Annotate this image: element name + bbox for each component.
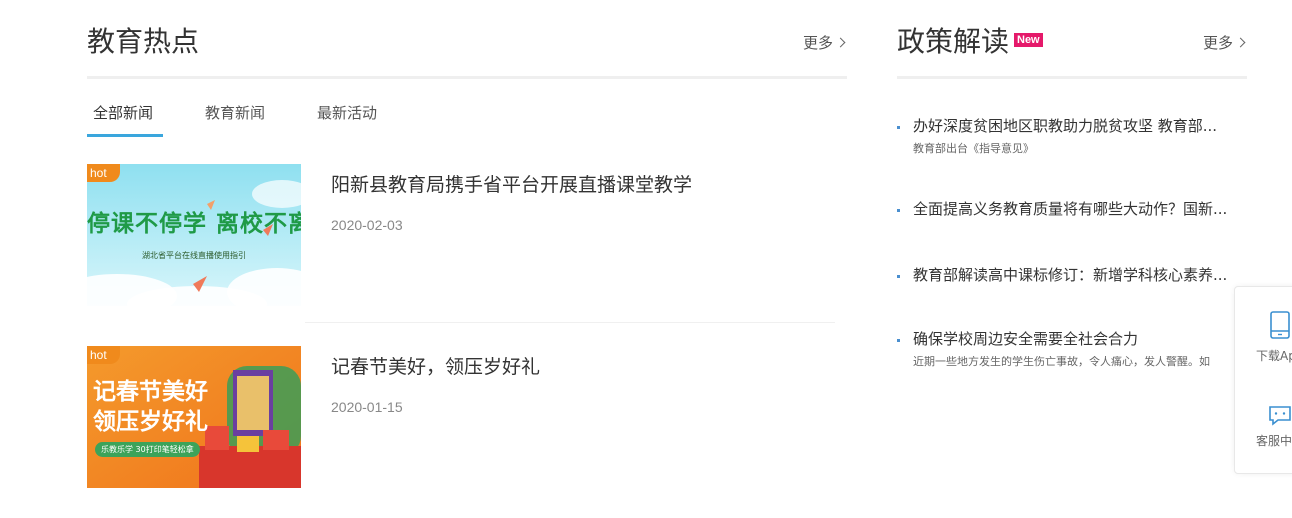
customer-service-button[interactable] <box>1268 405 1292 431</box>
hot-badge: hot <box>87 346 120 364</box>
tab-education-news[interactable]: 教育新闻 <box>205 106 265 121</box>
news-thumbnail[interactable]: 记春节美好 领压岁好礼 乐教乐学 30打印笔轻松拿 hot <box>87 346 301 488</box>
policy-item-summary: 近期一些地方发生的学生伤亡事故，令人痛心，发人警醒。如 <box>913 356 1210 367</box>
item-divider <box>305 322 835 323</box>
policy-more-link[interactable]: 更多 <box>1203 34 1246 52</box>
news-date: 2020-02-03 <box>331 217 403 233</box>
download-app-button[interactable] <box>1269 311 1291 343</box>
banner-subline: 乐教乐学 30打印笔轻松拿 <box>95 442 200 457</box>
education-hot-title: 教育热点 <box>87 25 200 58</box>
chat-icon <box>1269 406 1291 426</box>
floating-side-panel: 下载Ap 客服中 <box>1234 286 1292 474</box>
policy-title: 政策解读 <box>897 25 1010 58</box>
banner-headline-2: 领压岁好礼 <box>93 409 208 435</box>
bullet-icon <box>897 209 900 212</box>
policy-item-title[interactable]: 教育部解读高中课标修订：新增学科核心素养... <box>913 268 1227 283</box>
active-tab-indicator <box>87 134 163 137</box>
bullet-icon <box>897 275 900 278</box>
bullet-icon <box>897 339 900 342</box>
more-label: 更多 <box>1203 34 1234 52</box>
banner-headline-1: 记春节美好 <box>93 379 208 405</box>
phone-icon <box>1270 311 1290 339</box>
education-hot-more-link[interactable]: 更多 <box>803 34 846 52</box>
news-thumbnail[interactable]: 停课不停学 离校不离教 湖北省平台在线直播使用指引 hot <box>87 164 301 306</box>
tab-latest-activities[interactable]: 最新活动 <box>317 106 377 121</box>
download-app-label[interactable]: 下载Ap <box>1256 350 1292 362</box>
news-date: 2020-01-15 <box>331 399 403 415</box>
policy-item-summary: 教育部出台《指导意见》 <box>913 142 1034 155</box>
banner-subline: 湖北省平台在线直播使用指引 <box>142 251 246 260</box>
policy-item-title[interactable]: 办好深度贫困地区职教助力脱贫攻坚 教育部... <box>913 119 1217 134</box>
bullet-icon <box>897 126 900 129</box>
banner-headline: 停课不停学 离校不离教 <box>87 211 301 237</box>
chevron-right-icon <box>835 37 846 48</box>
new-badge: New <box>1014 33 1043 47</box>
customer-service-label[interactable]: 客服中 <box>1256 435 1292 447</box>
news-title[interactable]: 记春节美好，领压岁好礼 <box>331 358 540 377</box>
section-rule <box>87 76 847 79</box>
section-rule <box>897 76 1247 79</box>
hot-badge: hot <box>87 164 120 182</box>
chevron-right-icon <box>1235 37 1246 48</box>
news-title[interactable]: 阳新县教育局携手省平台开展直播课堂教学 <box>331 176 692 195</box>
policy-item-title[interactable]: 确保学校周边安全需要全社会合力 <box>913 332 1138 347</box>
tab-all-news[interactable]: 全部新闻 <box>93 106 153 121</box>
policy-item-title[interactable]: 全面提高义务教育质量将有哪些大动作？国新... <box>913 202 1227 217</box>
more-label: 更多 <box>803 34 834 52</box>
